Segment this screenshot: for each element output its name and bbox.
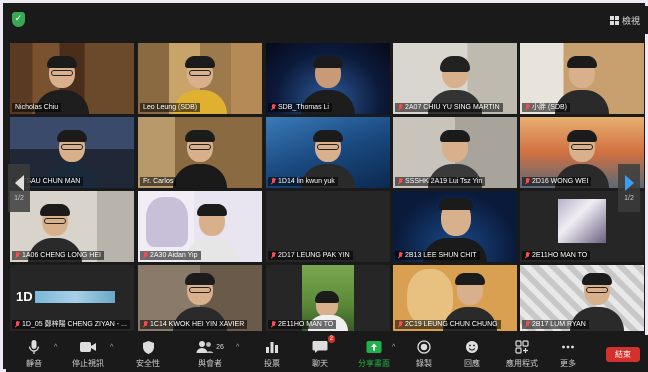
- chat-unread-badge: 2: [327, 335, 335, 343]
- censor-block: [34, 290, 115, 303]
- stop-video-button[interactable]: 停止視訊: [66, 339, 110, 369]
- chat-bubble-icon: 2: [312, 335, 335, 355]
- participant-name: Fr. Carlos: [140, 177, 177, 186]
- mic-muted-icon: [271, 321, 276, 328]
- mic-muted-icon: [525, 252, 530, 259]
- participants-icon: 26: [196, 339, 224, 355]
- mic-muted-icon: [525, 104, 530, 111]
- video-tile[interactable]: 2B13 LEE SHUN CHIT: [393, 191, 517, 262]
- page-indicator-left: 1/2: [14, 194, 24, 202]
- video-tile[interactable]: 2E11HO MAN TO: [266, 265, 390, 331]
- security-button[interactable]: 安全性: [126, 339, 170, 369]
- chevron-left-icon: [14, 174, 24, 191]
- security-shield-icon[interactable]: ✓: [12, 12, 25, 27]
- participant-name: 1A06 CHENG LONG HEI: [12, 251, 104, 260]
- view-button[interactable]: 檢視: [609, 13, 640, 27]
- participant-name: 2C19 LEUNG CHUN CHUNG: [395, 320, 501, 329]
- participant-name: 2E11HO MAN TO: [268, 320, 337, 329]
- mic-muted-icon: [398, 178, 403, 185]
- participant-name: 2B13 LEE SHUN CHIT: [395, 251, 480, 260]
- grid-view-icon: [609, 15, 619, 25]
- mic-muted-icon: [271, 104, 276, 111]
- video-tile-camera-off[interactable]: 1D 1D_05 鄭梓陽 CHENG ZIYAN - ...: [10, 265, 134, 331]
- participant-name: 2E11HO MAN TO: [522, 251, 591, 260]
- video-tile[interactable]: Nicholas Chiu: [10, 43, 134, 114]
- zoom-window: ✓ 檢視 Nicholas Chiu Leo Leung (SDB) SDB_T…: [0, 0, 648, 372]
- video-tile-active-speaker[interactable]: Fr. Carlos: [138, 117, 262, 188]
- mic-muted-icon: [143, 252, 148, 259]
- video-tile[interactable]: 1D14 lin kwun yuk: [266, 117, 390, 188]
- participant-name: 小胖 (SDB): [522, 103, 570, 112]
- share-options-caret-icon[interactable]: ^: [392, 344, 395, 351]
- participant-video: [173, 130, 227, 188]
- participant-name: 2B17 LUM RYAN: [522, 320, 589, 329]
- microphone-icon: [28, 339, 40, 355]
- mic-muted-icon: [398, 104, 403, 111]
- video-tile[interactable]: 2A30 Aidan Yip: [138, 191, 262, 262]
- participant-name: SDB_Thomas Li: [268, 103, 332, 112]
- next-page-button[interactable]: 1/2: [618, 164, 640, 212]
- video-tile[interactable]: 2A07 CHIU YU SING MARTIN: [393, 43, 517, 114]
- participant-name: 2A30 Aidan Yip: [140, 251, 201, 260]
- chevron-right-icon: [624, 174, 634, 191]
- poll-chart-icon: [265, 339, 279, 355]
- participant-name: 1C14 KWOK HEI YIN XAVIER: [140, 320, 248, 329]
- video-tile[interactable]: 2C19 LEUNG CHUN CHUNG: [393, 265, 517, 331]
- video-options-caret-icon[interactable]: ^: [110, 344, 113, 351]
- emoji-smile-icon: [465, 339, 479, 355]
- mic-muted-icon: [15, 321, 20, 328]
- shield-icon: [142, 339, 155, 355]
- participant-name: 1D_05 鄭梓陽 CHENG ZIYAN - ...: [12, 320, 130, 329]
- participant-name: SSSHK 2A19 Lui Tsz Yin: [395, 177, 486, 186]
- apps-button[interactable]: 應用程式: [500, 339, 544, 369]
- reactions-button[interactable]: 回應: [450, 339, 494, 369]
- share-screen-icon: [366, 339, 382, 355]
- more-dots-icon: [561, 339, 575, 355]
- end-meeting-button[interactable]: 結束: [606, 347, 640, 362]
- participants-button[interactable]: 26 與會者: [188, 339, 232, 369]
- censored-name-display: 1D: [16, 289, 115, 304]
- view-label: 檢視: [621, 15, 640, 26]
- mic-muted-icon: [525, 321, 530, 328]
- participants-options-caret-icon[interactable]: ^: [236, 344, 239, 351]
- previous-page-button[interactable]: 1/2: [8, 164, 30, 212]
- meeting-toolbar: 靜音 ^ 停止視訊 ^ 安全性 26 與會者 ^ 投票 2 聊天 分享畫面 ^ …: [6, 335, 648, 372]
- video-tile[interactable]: 小胖 (SDB): [520, 43, 644, 114]
- video-tile[interactable]: Leo Leung (SDB): [138, 43, 262, 114]
- participant-name: Leo Leung (SDB): [140, 103, 201, 112]
- mute-button[interactable]: 靜音: [12, 339, 56, 369]
- participant-name: 2D16 WONG WEI: [522, 177, 592, 186]
- mic-muted-icon: [143, 321, 148, 328]
- top-bar: ✓ 檢視: [6, 6, 648, 34]
- mic-muted-icon: [525, 178, 530, 185]
- mic-muted-icon: [271, 252, 276, 259]
- share-screen-button[interactable]: 分享畫面: [352, 339, 396, 369]
- mic-muted-icon: [398, 252, 403, 259]
- mic-muted-icon: [398, 321, 403, 328]
- profile-picture: [558, 199, 606, 243]
- record-icon: [417, 339, 431, 355]
- polls-button[interactable]: 投票: [250, 339, 294, 369]
- participant-name: 1D14 lin kwun yuk: [268, 177, 338, 186]
- video-tile[interactable]: 2B17 LUM RYAN: [520, 265, 644, 331]
- video-camera-icon: [79, 339, 97, 355]
- record-button[interactable]: 錄製: [402, 339, 446, 369]
- page-indicator-right: 1/2: [624, 194, 634, 202]
- participant-name: 2D17 LEUNG PAK YIN: [268, 251, 353, 260]
- participants-count: 26: [216, 343, 224, 351]
- mic-muted-icon: [271, 178, 276, 185]
- video-tile[interactable]: 1C14 KWOK HEI YIN XAVIER: [138, 265, 262, 331]
- video-tile[interactable]: SSSHK 2A19 Lui Tsz Yin: [393, 117, 517, 188]
- mute-options-caret-icon[interactable]: ^: [54, 344, 57, 351]
- participant-name: 2A07 CHIU YU SING MARTIN: [395, 103, 503, 112]
- video-tile[interactable]: SDB_Thomas Li: [266, 43, 390, 114]
- more-button[interactable]: 更多: [546, 339, 590, 369]
- video-tile-camera-off[interactable]: 2D17 LEUNG PAK YIN: [266, 191, 390, 262]
- mic-muted-icon: [15, 252, 20, 259]
- apps-icon: [515, 339, 529, 355]
- participant-name: Nicholas Chiu: [12, 103, 62, 112]
- chat-button[interactable]: 2 聊天: [298, 335, 342, 369]
- anime-character-image: [146, 197, 188, 247]
